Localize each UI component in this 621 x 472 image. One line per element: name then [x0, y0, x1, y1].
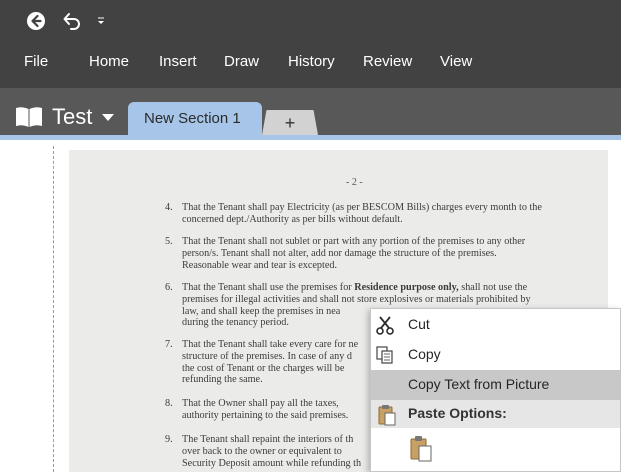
- title-bar: File Home Insert Draw History Review Vie…: [0, 0, 621, 88]
- quick-access-toolbar: [24, 9, 106, 33]
- clause-number: 9.: [165, 434, 173, 445]
- tab-file[interactable]: File: [24, 52, 48, 74]
- clause-line: Reasonable wear and tear is excepted.: [182, 259, 338, 271]
- back-circle-icon[interactable]: [24, 9, 48, 33]
- paste-keep-formatting-button[interactable]: [408, 435, 434, 463]
- bold-phrase: Residence purpose only,: [354, 282, 459, 293]
- dropdown-caret-icon[interactable]: [96, 9, 106, 33]
- section-tab-label: New Section 1: [144, 110, 241, 127]
- document-page-number: - 2 -: [346, 177, 363, 188]
- page-margin-guide: [53, 146, 54, 472]
- clipboard-icon: [378, 405, 396, 426]
- notebook-switcher[interactable]: Test: [15, 104, 115, 130]
- tab-insert[interactable]: Insert: [159, 52, 197, 74]
- undo-icon[interactable]: [60, 9, 84, 33]
- tab-review[interactable]: Review: [363, 52, 412, 74]
- clause-line: person/s. Tenant shall not alter, add no…: [182, 247, 497, 259]
- menu-item-label: Cut: [408, 316, 430, 332]
- copy-icon: [376, 346, 393, 364]
- clause-line: That the Tenant shall not sublet or part…: [182, 236, 526, 247]
- add-section-button[interactable]: +: [262, 110, 318, 135]
- menu-item-label: Copy Text from Picture: [408, 376, 550, 392]
- menu-item-label: Copy: [408, 346, 441, 362]
- clause-number: 7.: [165, 339, 173, 350]
- tab-home[interactable]: Home: [89, 52, 129, 74]
- clause-number: 8.: [165, 398, 173, 409]
- tab-history[interactable]: History: [288, 52, 335, 74]
- clause-number: 5.: [165, 236, 173, 247]
- context-menu: Cut Copy Copy Text from Picture Paste Op…: [370, 308, 621, 472]
- menu-item-copy[interactable]: Copy: [371, 340, 620, 370]
- menu-item-cut[interactable]: Cut: [371, 310, 620, 340]
- tab-view[interactable]: View: [440, 52, 472, 74]
- clause-number: 6.: [165, 282, 173, 293]
- clause-line: That the Tenant shall use the premises f…: [182, 282, 528, 293]
- paste-options-label: Paste Options:: [408, 405, 507, 421]
- clause-line: premises for illegal activities and shal…: [182, 293, 531, 305]
- menu-item-copy-text-from-picture[interactable]: Copy Text from Picture: [371, 370, 620, 400]
- chevron-down-icon: [102, 114, 115, 121]
- paste-options-header: Paste Options:: [371, 400, 620, 428]
- scissors-icon: [376, 316, 394, 335]
- clause-line: concerned dept./Authority as per bills w…: [182, 213, 403, 225]
- clipboard-icon: [410, 436, 432, 462]
- notebook-book-icon: [16, 107, 42, 127]
- notebook-name: Test: [52, 104, 93, 129]
- clause-number: 4.: [165, 202, 173, 213]
- tab-draw[interactable]: Draw: [224, 52, 259, 74]
- section-tab-new-section-1[interactable]: New Section 1: [128, 102, 262, 137]
- clause-line: That the Tenant shall pay Electricity (a…: [182, 202, 542, 213]
